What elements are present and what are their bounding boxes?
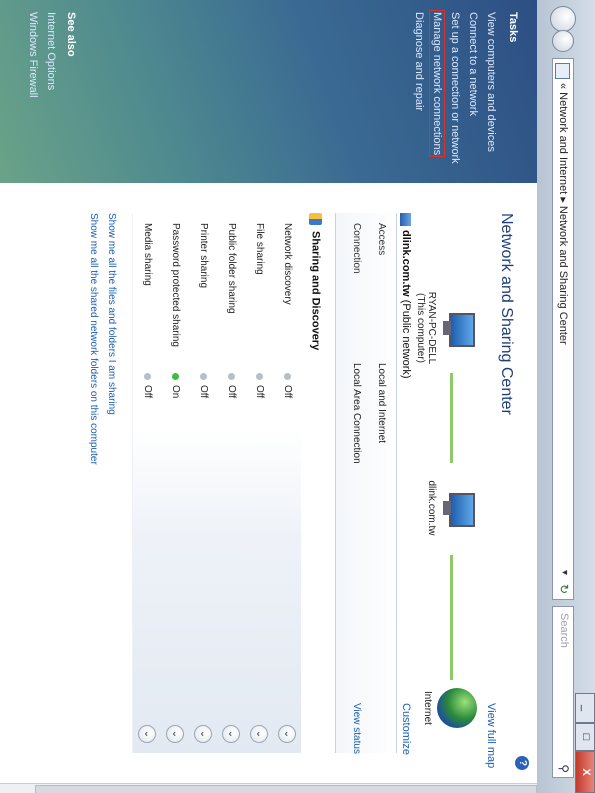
link-internet-options[interactable]: Internet Options [45,12,57,90]
sharing-row-network-discovery: Network discovery Off ⌄ [272,213,301,753]
close-button[interactable]: X [575,751,595,793]
address-dropdown-icon[interactable]: ▾ [559,570,570,575]
connection-line [450,373,453,463]
node-this-computer: RYAN-PC-DELL (This computer) [415,273,475,383]
scrollbar-thumb[interactable] [35,785,537,793]
expand-chevron-icon[interactable]: ⌄ [250,725,268,743]
network-details-box [335,213,397,753]
view-status-link[interactable]: View status [351,703,362,754]
screenshot-stage: « Network and Internet ▸ Network and Sha… [0,0,595,793]
network-icon [441,487,475,529]
expand-chevron-icon[interactable]: ⌄ [166,725,184,743]
maximize-button[interactable]: □ [575,723,595,751]
expand-chevron-icon[interactable]: ⌄ [194,725,212,743]
task-manage-connections[interactable]: Manage network connections [430,0,444,179]
node-sub: (This computer) [415,292,426,363]
node-name: dlink.com.tw [426,480,437,536]
back-button[interactable] [550,6,576,32]
task-connect-network[interactable]: Connect to a network [467,12,479,116]
expand-chevron-icon[interactable]: ⌄ [138,725,156,743]
node-name: RYAN-PC-DELL [426,291,437,365]
customize-link[interactable]: Customize [400,703,412,755]
network-name: dlink.com.tw (Public network) [400,213,412,379]
sharing-row-printer: Printer sharing Off ⌄ [188,213,217,753]
expand-chevron-icon[interactable]: ⌄ [278,725,296,743]
access-label: Access [376,223,387,256]
help-icon[interactable]: ? [515,756,529,770]
vertical-scrollbar[interactable] [0,783,537,793]
page-title: Network and Sharing Center [498,213,515,415]
node-network[interactable]: dlink.com.tw [426,453,475,563]
network-sharing-center-window: « Network and Internet ▸ Network and Sha… [0,0,595,793]
node-internet[interactable]: Internet [422,668,477,748]
breadcrumb[interactable]: « Network and Internet ▸ Network and Sha… [557,83,570,345]
node-name: Internet [422,691,433,725]
status-off-icon [200,373,208,380]
control-panel-icon [555,63,570,79]
connection-value: Local Area Connection [351,363,362,464]
connection-label: Connection [351,223,362,274]
show-shared-files-link[interactable]: Show me all the files and folders I am s… [106,213,117,415]
globe-icon [437,688,477,728]
status-off-icon [284,373,292,380]
status-on-icon [172,373,180,380]
computer-icon [441,307,475,349]
search-input[interactable]: Search ⚲ [552,606,574,778]
status-off-icon [228,373,236,380]
link-windows-firewall[interactable]: Windows Firewall [27,12,39,98]
task-diagnose-repair[interactable]: Diagnose and repair [413,12,425,111]
main-content: ? Network and Sharing Center View full m… [0,183,537,783]
show-shared-folders-link[interactable]: Show me all the shared network folders o… [88,213,99,465]
sharing-row-media: Media sharing Off ⌄ [132,213,161,753]
window-controls: _□X [575,693,595,793]
task-setup-connection[interactable]: Set up a connection or network [449,12,461,164]
sharing-row-file-sharing: File sharing Off ⌄ [244,213,273,753]
status-off-icon [256,373,264,380]
address-bar[interactable]: « Network and Internet ▸ Network and Sha… [552,58,574,600]
sharing-discovery-heading: Sharing and Discovery [309,213,322,350]
status-off-icon [144,373,152,380]
minimize-button[interactable]: _ [575,693,595,723]
search-icon[interactable]: ⚲ [557,764,571,773]
shield-icon [309,213,322,225]
task-pane: Tasks View computers and devices Connect… [0,0,537,183]
expand-chevron-icon[interactable]: ⌄ [222,725,240,743]
window-toolbar: « Network and Internet ▸ Network and Sha… [536,0,595,793]
forward-button[interactable] [552,30,574,52]
refresh-icon[interactable]: ↻ [557,584,571,594]
see-also-heading: See also [65,12,77,57]
network-icon [400,213,412,226]
tasks-heading: Tasks [507,12,519,43]
access-value: Local and Internet [376,363,387,444]
sharing-row-password-protected: Password protected sharing On ⌄ [160,213,189,753]
search-placeholder: Search [558,613,570,648]
view-full-map-link[interactable]: View full map [485,703,497,768]
task-view-computers[interactable]: View computers and devices [485,12,497,152]
connection-line [450,555,453,680]
sharing-row-public-folder: Public folder sharing Off ⌄ [216,213,245,753]
